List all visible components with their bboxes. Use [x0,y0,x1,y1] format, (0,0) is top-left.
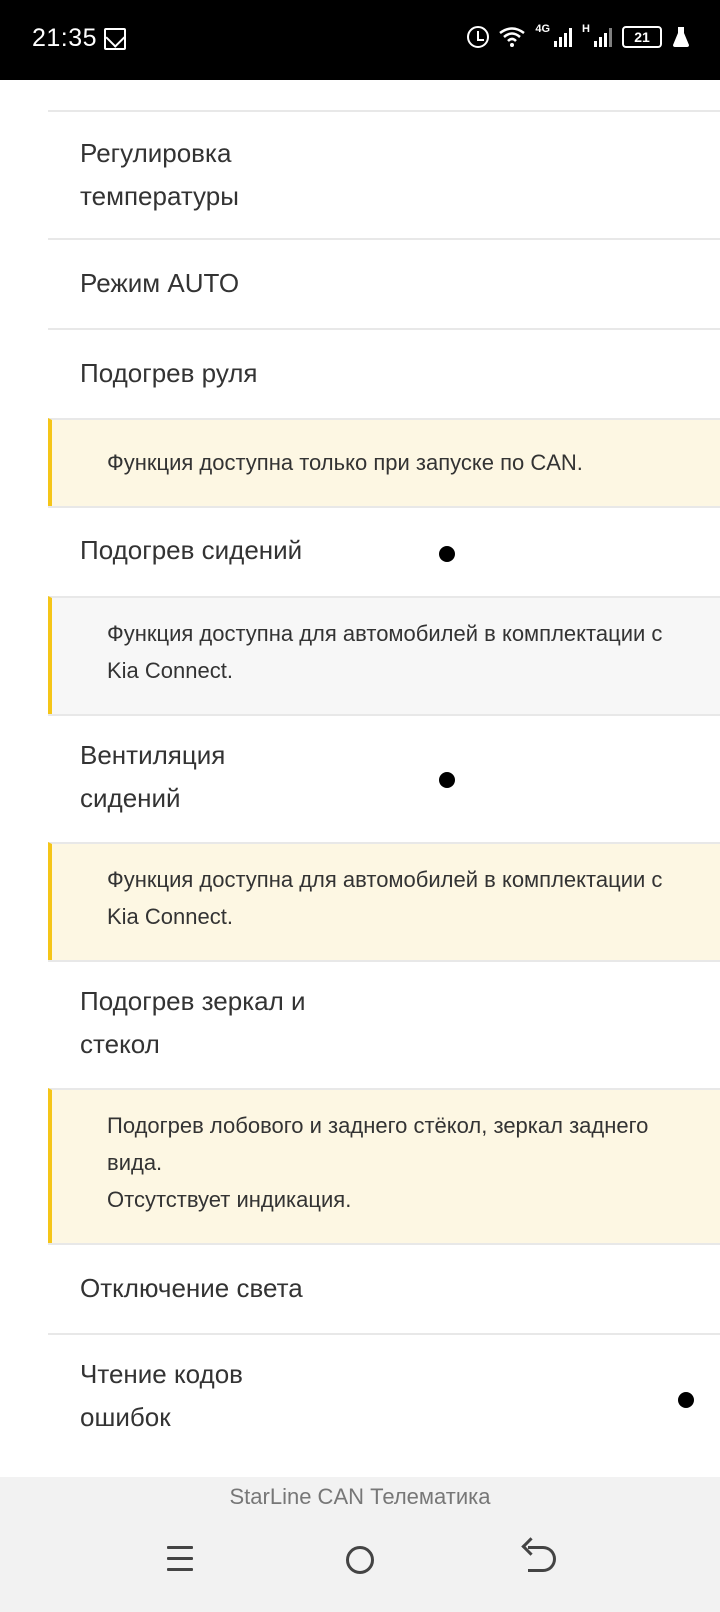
status-dot [439,772,455,788]
row-label: Вентиляция сидений [80,740,226,813]
back-icon [528,1546,556,1572]
back-button[interactable] [520,1540,560,1580]
row-lights-off[interactable]: Отключение света [48,1243,720,1333]
flask-icon [673,27,689,47]
row-label: Режим AUTO [80,268,240,298]
row-label: Отключение света [80,1273,303,1303]
row-label: Подогрев зеркал и стекол [80,986,306,1059]
row-temperature[interactable]: Регулировка температуры [48,110,720,238]
status-dot [678,1392,694,1408]
feature-list[interactable]: Регулировка температуры Режим AUTO Подог… [48,80,720,1437]
note-can-only: Функция доступна только при запуске по C… [48,418,720,506]
alarm-icon [467,26,490,48]
menu-icon[interactable] [160,1540,200,1580]
battery-icon: 21 [622,26,662,48]
row-steering-heat[interactable]: Подогрев руля [48,328,720,418]
row-label: Подогрев сидений [80,535,303,565]
gallery-notification-icon [104,28,126,50]
home-icon [346,1546,374,1574]
home-button[interactable] [340,1540,380,1580]
row-seat-heat[interactable]: Подогрев сидений [48,506,720,596]
status-dot [439,546,455,562]
row-label: Подогрев руля [80,358,258,388]
row-auto-mode[interactable]: Режим AUTO [48,238,720,328]
status-time: 21:35 [32,24,98,52]
status-bar: 21:35 4G H 21 [0,0,720,80]
wifi-icon [499,27,526,47]
navigation-bar [0,1540,720,1590]
row-error-codes[interactable]: Чтение кодов ошибок [48,1333,720,1437]
network-h-label: H [582,23,590,35]
row-seat-ventilation[interactable]: Вентиляция сидений [48,714,720,842]
note-kia-connect-2: Функция доступна для автомобилей в компл… [48,842,720,960]
signal-bars-icon-2 [594,27,612,47]
note-mirror-heat: Подогрев лобового и заднего стёкол, зерк… [48,1088,720,1243]
status-icons: 4G H 21 [467,23,690,48]
row-mirror-heat[interactable]: Подогрев зеркал и стекол [48,960,720,1088]
network-4g-label: 4G [535,23,551,35]
note-kia-connect: Функция доступна для автомобилей в компл… [48,596,720,714]
signal-bars-icon [554,27,573,47]
row-partial [48,80,720,110]
app-title: StarLine CAN Телематика [229,1484,491,1509]
row-label: Чтение кодов ошибок [80,1359,243,1432]
row-label: Регулировка температуры [80,138,239,211]
